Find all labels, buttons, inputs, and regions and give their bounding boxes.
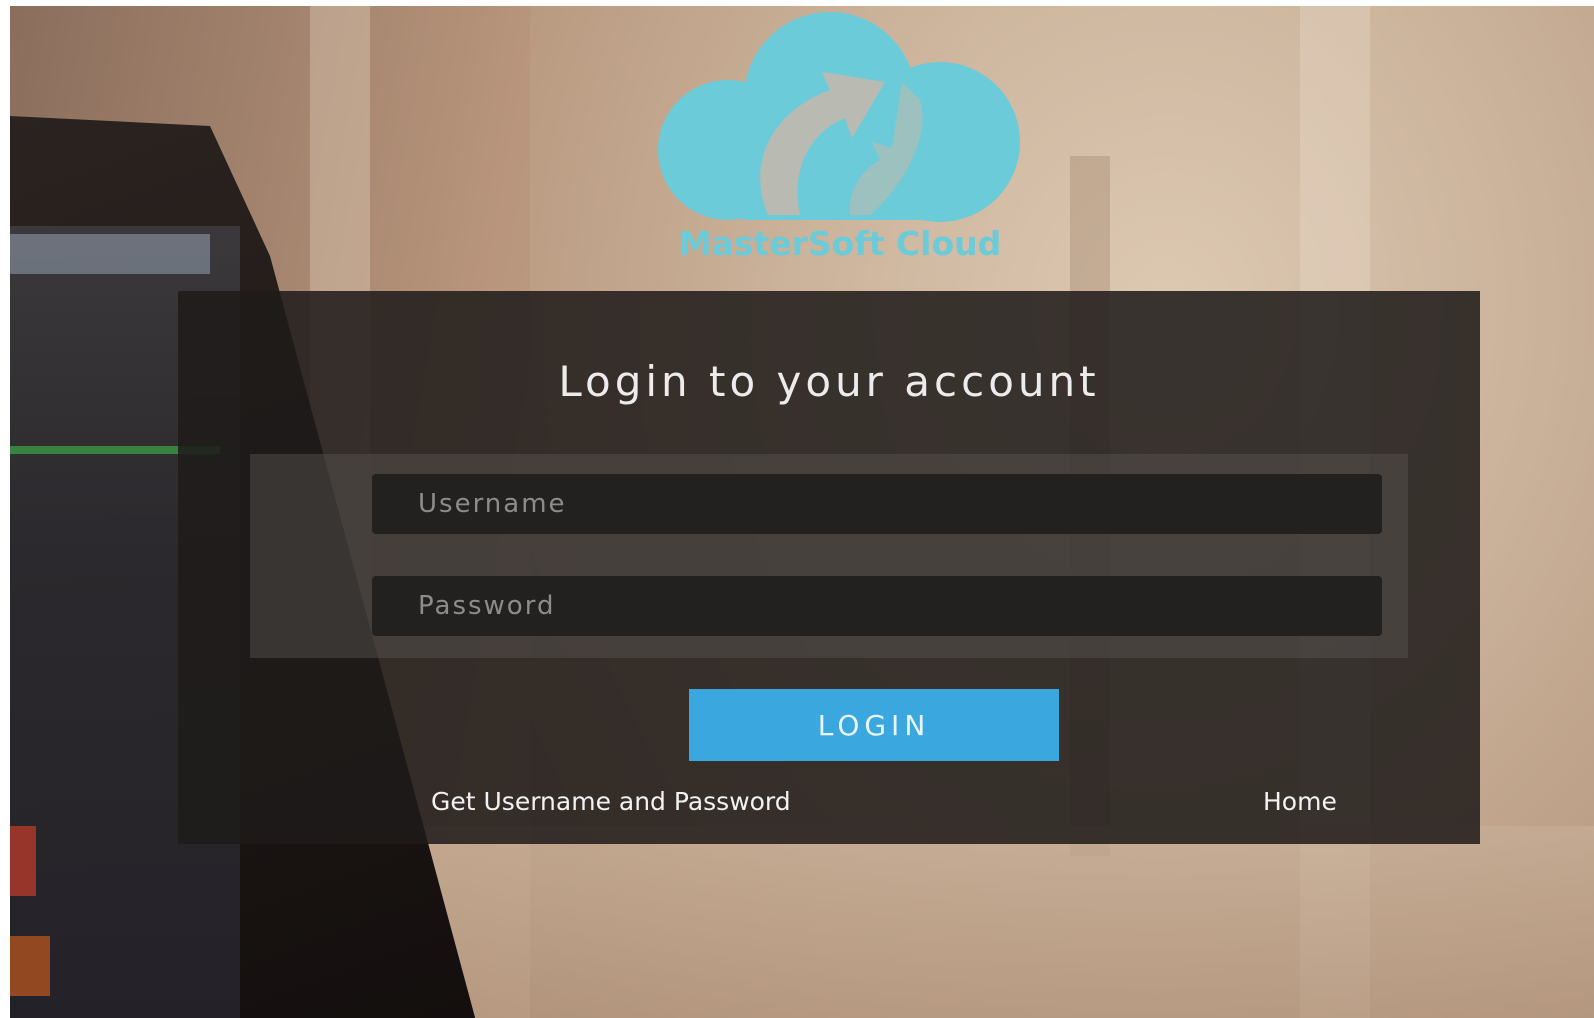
home-link[interactable]: Home — [1263, 787, 1337, 816]
get-credentials-link[interactable]: Get Username and Password — [431, 787, 791, 816]
background-screen-red-block — [10, 826, 36, 896]
brand-name: MasterSoft Cloud — [678, 224, 1002, 263]
brand-logo: MasterSoft Cloud — [640, 10, 1040, 280]
background-screen-bar — [10, 234, 210, 274]
credentials-field-group — [250, 454, 1408, 658]
password-input[interactable] — [372, 576, 1382, 636]
background-screen-orange-block — [10, 936, 50, 996]
login-page: MasterSoft Cloud Login to your account L… — [10, 6, 1594, 1018]
cloud-arrow-icon — [658, 12, 1020, 222]
login-title: Login to your account — [558, 357, 1100, 406]
username-input[interactable] — [372, 474, 1382, 534]
login-button[interactable]: LOGIN — [689, 689, 1059, 761]
login-panel: Login to your account LOGIN Get Username… — [178, 291, 1480, 844]
